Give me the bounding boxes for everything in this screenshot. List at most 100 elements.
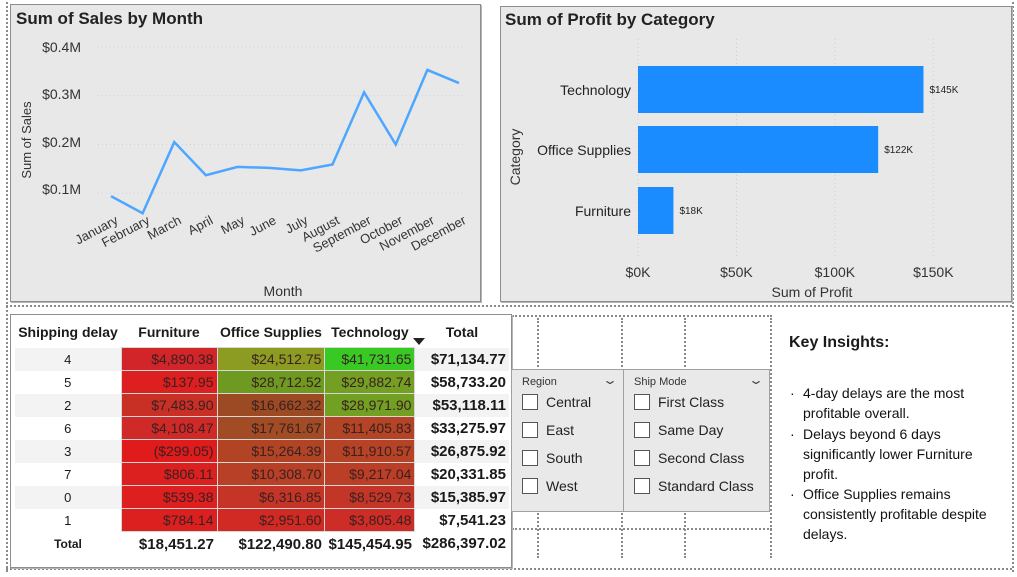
matrix-row[interactable]: 2 $7,483.90 $16,662.32 $28,971.90 $53,118.11 [15, 393, 509, 417]
matrix-row[interactable]: 5 $137.95 $28,712.52 $29,882.74 $58,733.20 [15, 370, 509, 394]
header-office-supplies[interactable]: Office Supplies [217, 317, 325, 348]
matrix-row[interactable]: 0 $539.38 $6,316.85 $8,529.73 $15,385.97 [15, 485, 509, 509]
sales-y-tick-2: $0.2M [42, 134, 81, 150]
region-slicer-option[interactable]: East [522, 422, 574, 438]
profit-x-tick: $0K [626, 264, 652, 280]
furniture-cell[interactable]: $784.14 [120, 508, 218, 532]
header-furniture[interactable]: Furniture [121, 317, 217, 348]
total-furniture-cell[interactable]: $18,451.27 [121, 532, 217, 557]
profit-x-tick: $100K [815, 264, 856, 280]
total-office-supplies-cell[interactable]: $122,490.80 [217, 532, 325, 557]
checkbox[interactable] [634, 450, 650, 466]
profit-bar-technology[interactable] [638, 66, 924, 113]
office-supplies-cell[interactable]: $24,512.75 [216, 347, 326, 371]
furniture-cell[interactable]: ($299.05) [120, 439, 218, 463]
frame-left-border [6, 2, 8, 572]
matrix-row[interactable]: 6 $4,108.47 $17,761.67 $11,405.83 $33,275.97 [15, 416, 509, 440]
furniture-cell[interactable]: $7,483.90 [120, 393, 218, 417]
office-supplies-cell[interactable]: $2,951.60 [216, 508, 326, 532]
row-label-cell[interactable]: 6 [15, 417, 121, 440]
furniture-cell[interactable]: $4,890.38 [120, 347, 218, 371]
checkbox[interactable] [522, 422, 538, 438]
region-slicer-option[interactable]: West [522, 478, 578, 494]
shipmode-slicer-option[interactable]: Standard Class [634, 478, 754, 494]
office-supplies-cell[interactable]: $28,712.52 [216, 370, 326, 394]
header-total[interactable]: Total [415, 317, 509, 348]
total-technology-cell[interactable]: $145,454.95 [325, 532, 415, 557]
furniture-cell[interactable]: $539.38 [120, 485, 218, 509]
technology-cell[interactable]: $3,805.48 [324, 508, 416, 532]
furniture-cell[interactable]: $806.11 [120, 462, 218, 486]
total-cell[interactable]: $71,134.77 [415, 348, 509, 371]
row-label-cell[interactable]: 0 [15, 486, 121, 509]
row-label-cell[interactable]: 2 [15, 394, 121, 417]
technology-cell[interactable]: $29,882.74 [324, 370, 416, 394]
row-label-cell[interactable]: 1 [15, 509, 121, 532]
total-cell[interactable]: $33,275.97 [415, 417, 509, 440]
office-supplies-cell[interactable]: $15,264.39 [216, 439, 326, 463]
frame-mid-divider [6, 305, 1012, 307]
office-supplies-cell[interactable]: $10,308.70 [216, 462, 326, 486]
checkbox[interactable] [634, 422, 650, 438]
option-label: Second Class [658, 450, 745, 466]
ship-mode-slicer[interactable]: Ship Mode ⌄ First Class Same Day Second Cl… [623, 369, 770, 512]
sales-by-month-visual[interactable]: Sum of Sales by Month $0.4M $0.3M $0.2M … [10, 4, 481, 302]
technology-cell[interactable]: $11,405.83 [324, 416, 416, 440]
profit-category-label: Furniture [575, 203, 631, 219]
total-cell[interactable]: $20,331.85 [415, 463, 509, 486]
chevron-down-icon[interactable]: ⌄ [602, 373, 618, 387]
checkbox[interactable] [522, 478, 538, 494]
header-technology[interactable]: Technology [325, 317, 415, 348]
total-label-cell[interactable]: Total [15, 532, 121, 557]
matrix-row[interactable]: 1 $784.14 $2,951.60 $3,805.48 $7,541.23 [15, 508, 509, 532]
key-insights-box[interactable]: Key Insights: · 4-day delays are the most… [778, 320, 1010, 560]
sales-y-tick-1: $0.3M [42, 86, 81, 102]
checkbox[interactable] [522, 450, 538, 466]
key-insights-title: Key Insights: [789, 334, 890, 351]
checkbox[interactable] [522, 394, 538, 410]
row-label-cell[interactable]: 7 [15, 463, 121, 486]
total-cell[interactable]: $26,875.92 [415, 440, 509, 463]
total-cell[interactable]: $15,385.97 [415, 486, 509, 509]
checkbox[interactable] [634, 394, 650, 410]
total-cell[interactable]: $53,118.11 [415, 394, 509, 417]
shipping-delay-matrix[interactable]: Shipping delay Furniture Office Supplies… [10, 314, 512, 568]
office-supplies-cell[interactable]: $6,316.85 [216, 485, 326, 509]
total-cell[interactable]: $58,733.20 [415, 371, 509, 394]
matrix-row[interactable]: 7 $806.11 $10,308.70 $9,217.04 $20,331.85 [15, 462, 509, 486]
row-label-cell[interactable]: 5 [15, 371, 121, 394]
sales-y-axis-label: Sum of Sales [19, 101, 34, 179]
technology-cell[interactable]: $41,731.65 [324, 347, 416, 371]
grand-total-cell[interactable]: $286,397.02 [415, 532, 509, 557]
shipmode-slicer-option[interactable]: First Class [634, 394, 724, 410]
profit-bar-office-supplies[interactable] [638, 126, 879, 173]
furniture-cell[interactable]: $4,108.47 [120, 416, 218, 440]
total-cell[interactable]: $7,541.23 [415, 509, 509, 532]
profit-by-category-visual[interactable]: Sum of Profit by Category Technology $145… [500, 6, 1012, 302]
matrix-row[interactable]: 4 $4,890.38 $24,512.75 $41,731.65 $71,134.77 [15, 347, 509, 371]
office-supplies-cell[interactable]: $16,662.32 [216, 393, 326, 417]
sales-y-tick-0: $0.4M [42, 39, 81, 55]
chevron-down-icon[interactable]: ⌄ [748, 373, 764, 387]
technology-cell[interactable]: $28,971.90 [324, 393, 416, 417]
region-slicer-header: Region [522, 376, 557, 388]
region-slicer-option[interactable]: South [522, 450, 583, 466]
header-shipping-delay[interactable]: Shipping delay [15, 317, 121, 348]
row-label-cell[interactable]: 3 [15, 440, 121, 463]
shipmode-slicer-option[interactable]: Same Day [634, 422, 723, 438]
option-label: First Class [658, 394, 725, 410]
profit-bar-furniture[interactable] [638, 187, 674, 234]
matrix-row[interactable]: 3 ($299.05) $15,264.39 $11,910.57 $26,875.92 [15, 439, 509, 463]
office-supplies-cell[interactable]: $17,761.67 [216, 416, 326, 440]
furniture-cell[interactable]: $137.95 [120, 370, 218, 394]
checkbox[interactable] [634, 478, 650, 494]
sales-x-tick-june: June [247, 212, 279, 238]
region-slicer[interactable]: Region ⌄ Central East South West [511, 369, 624, 512]
technology-cell[interactable]: $9,217.04 [324, 462, 416, 486]
region-slicer-option[interactable]: Central [522, 394, 591, 410]
shipmode-slicer-option[interactable]: Second Class [634, 450, 744, 466]
technology-cell[interactable]: $11,910.57 [324, 439, 416, 463]
profit-category-label: Office Supplies [537, 142, 631, 158]
row-label-cell[interactable]: 4 [15, 348, 121, 371]
technology-cell[interactable]: $8,529.73 [324, 485, 416, 509]
